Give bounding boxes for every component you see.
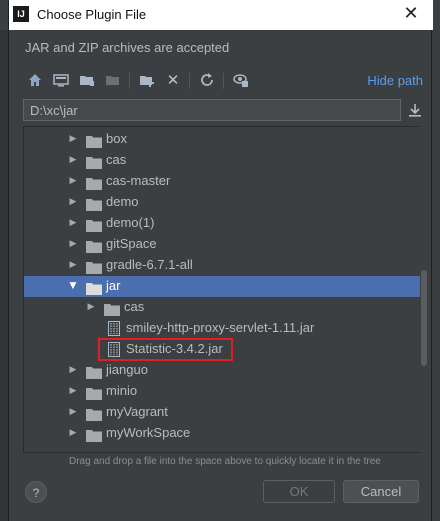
path-input[interactable]: [24, 100, 400, 120]
tree-item-folder[interactable]: ▶ cas: [24, 297, 420, 318]
tree-item-folder[interactable]: ▶ demo: [24, 192, 420, 213]
help-button[interactable]: ?: [25, 481, 47, 503]
title-bar: IJ Choose Plugin File ✕: [9, 0, 433, 30]
toolbar-separator: [129, 73, 130, 89]
scrollbar-thumb[interactable]: [421, 270, 427, 366]
accepted-formats-label: JAR and ZIP archives are accepted: [25, 40, 230, 55]
chevron-right-icon[interactable]: ▶: [68, 428, 78, 438]
ide-background-right-strip: [432, 30, 440, 521]
toolbar-separator: [189, 73, 190, 89]
folder-icon: [86, 427, 102, 446]
chevron-right-icon[interactable]: ▶: [68, 407, 78, 417]
ok-button[interactable]: OK: [263, 480, 335, 503]
home-icon[interactable]: [25, 70, 45, 90]
tree-item-folder[interactable]: ▼ jar: [24, 276, 420, 297]
new-folder-icon[interactable]: [77, 70, 97, 90]
ide-background-left-strip: [0, 30, 8, 521]
tree-item-folder[interactable]: ▶ jianguo: [24, 360, 420, 381]
tree-scrollbar[interactable]: [420, 126, 430, 453]
tree-item-label: demo: [106, 194, 139, 209]
drag-drop-hint: Drag and drop a file into the space abov…: [69, 456, 381, 467]
desktop-icon[interactable]: [51, 70, 71, 90]
tree-item-folder[interactable]: ▶ minio: [24, 381, 420, 402]
tree-item-folder[interactable]: ▶ myVagrant: [24, 402, 420, 423]
module-icon[interactable]: [137, 70, 157, 90]
delete-icon[interactable]: ✕: [163, 70, 183, 90]
show-hidden-icon[interactable]: [231, 70, 251, 90]
chevron-right-icon[interactable]: ▶: [68, 197, 78, 207]
file-tree[interactable]: ▶ box ▶ cas ▶ cas-master ▶ demo ▶ demo(1) ▶ gitSpac…: [23, 126, 420, 453]
chevron-right-icon[interactable]: ▶: [86, 302, 96, 312]
tree-item-label: jar: [106, 278, 121, 293]
tree-item-folder[interactable]: ▶ gitSpace: [24, 234, 420, 255]
annotation-highlight-box: [98, 338, 233, 361]
refresh-icon[interactable]: [197, 70, 217, 90]
file-chooser-toolbar: ✕ Hide path: [23, 70, 423, 92]
chevron-right-icon[interactable]: ▶: [68, 134, 78, 144]
tree-item-folder[interactable]: ▶ myWorkSpace: [24, 423, 420, 444]
chevron-right-icon[interactable]: ▶: [68, 239, 78, 249]
tree-item-folder[interactable]: ▶ demo(1): [24, 213, 420, 234]
project-icon[interactable]: [103, 70, 123, 90]
toolbar-separator: [223, 73, 224, 89]
tree-item-label: myVagrant: [106, 404, 168, 419]
tree-item-jar-file[interactable]: smiley-http-proxy-servlet-1.11.jar: [24, 318, 420, 339]
chevron-right-icon[interactable]: ▶: [68, 176, 78, 186]
tree-item-label: box: [106, 131, 127, 146]
cancel-button[interactable]: Cancel: [343, 480, 419, 503]
hide-path-link[interactable]: Hide path: [367, 73, 423, 88]
close-icon[interactable]: ✕: [401, 4, 421, 24]
tree-item-label: jianguo: [106, 362, 148, 377]
tree-item-label: gradle-6.7.1-all: [106, 257, 193, 272]
chevron-right-icon[interactable]: ▶: [68, 218, 78, 228]
tree-item-label: cas: [106, 152, 127, 167]
tree-item-folder[interactable]: ▶ cas-master: [24, 171, 420, 192]
tree-item-label: gitSpace: [106, 236, 157, 251]
path-field-container: [23, 99, 401, 121]
tree-item-label: cas-master: [106, 173, 171, 188]
tree-item-label: minio: [106, 383, 138, 398]
tree-item-label: smiley-http-proxy-servlet-1.11.jar: [126, 320, 315, 335]
chevron-right-icon[interactable]: ▶: [68, 260, 78, 270]
chevron-right-icon[interactable]: ▶: [68, 155, 78, 165]
chevron-down-icon[interactable]: ▼: [68, 281, 78, 291]
tree-item-folder[interactable]: ▶ cas: [24, 150, 420, 171]
intellij-app-icon: IJ: [13, 6, 29, 22]
choose-plugin-file-dialog: IJ Choose Plugin File ✕ JAR and ZIP arch…: [8, 0, 433, 521]
chevron-right-icon[interactable]: ▶: [68, 365, 78, 375]
dialog-title: Choose Plugin File: [37, 7, 147, 22]
tree-item-label: myWorkSpace: [106, 425, 191, 440]
chevron-right-icon[interactable]: ▶: [68, 386, 78, 396]
download-icon[interactable]: [405, 100, 425, 120]
tree-item-label: demo(1): [106, 215, 155, 230]
tree-item-label: cas: [124, 299, 145, 314]
tree-item-folder[interactable]: ▶ box: [24, 129, 420, 150]
tree-item-folder[interactable]: ▶ gradle-6.7.1-all: [24, 255, 420, 276]
